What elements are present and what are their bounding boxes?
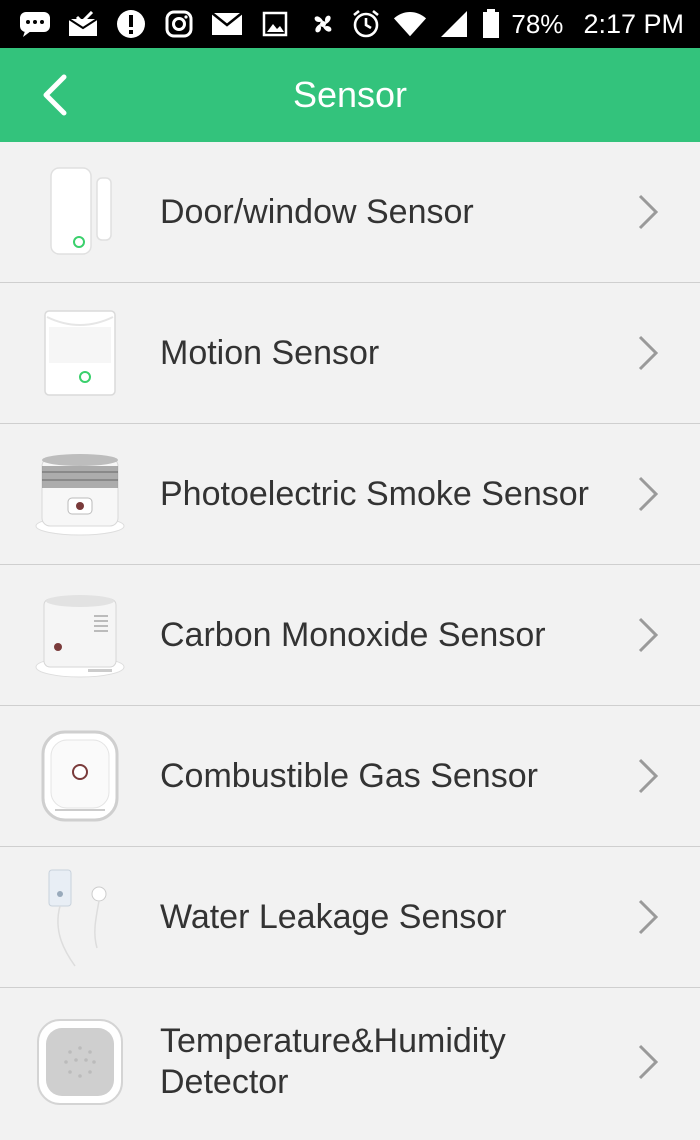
chevron-right-icon	[638, 899, 659, 935]
chevron-right-icon	[638, 758, 659, 794]
sensor-label: Carbon Monoxide Sensor	[160, 615, 546, 654]
sensor-label: Photoelectric Smoke Sensor	[160, 474, 589, 513]
sensor-label: Combustible Gas Sensor	[160, 756, 538, 795]
page-title: Sensor	[292, 74, 408, 115]
chevron-left-icon	[43, 74, 67, 116]
motion-sensor-image	[0, 283, 160, 424]
battery-percent: 78%	[511, 8, 564, 39]
alert-icon	[114, 7, 148, 41]
signal-icon	[437, 7, 471, 41]
temp-humidity-sensor-image	[0, 991, 160, 1132]
mail-check-icon	[66, 7, 100, 41]
back-button[interactable]	[30, 70, 80, 120]
sensor-label: Water Leakage Sensor	[160, 897, 507, 936]
sensor-item-door-window[interactable]: Door/window Sensor	[0, 142, 700, 283]
sensor-item-water-leakage[interactable]: Water Leakage Sensor	[0, 847, 700, 988]
chevron-right-icon	[638, 476, 659, 512]
smoke-sensor-image	[0, 424, 160, 565]
sensor-list: Door/window Sensor Motion Sensor Photoel…	[0, 142, 700, 1135]
mail-icon	[210, 7, 244, 41]
gas-sensor-image	[0, 706, 160, 847]
sensor-item-combustible-gas[interactable]: Combustible Gas Sensor	[0, 706, 700, 847]
chevron-right-icon	[638, 194, 659, 230]
chevron-right-icon	[638, 617, 659, 653]
sensor-label: Motion Sensor	[160, 333, 380, 372]
water-leak-sensor-image	[0, 847, 160, 988]
chat-icon	[18, 7, 52, 41]
sensor-item-smoke[interactable]: Photoelectric Smoke Sensor	[0, 424, 700, 565]
sensor-label: Temperature&Humidity Detector	[160, 1021, 506, 1101]
gallery-icon	[258, 7, 292, 41]
app-bar: Sensor	[0, 48, 700, 142]
instagram-icon	[162, 7, 196, 41]
sensor-label: Door/window Sensor	[160, 192, 474, 231]
battery-icon	[481, 7, 501, 41]
door-window-sensor-image	[0, 142, 160, 283]
sensor-item-carbon-monoxide[interactable]: Carbon Monoxide Sensor	[0, 565, 700, 706]
co-sensor-image	[0, 565, 160, 706]
fan-icon	[306, 7, 340, 41]
status-bar: 78% 2:17 PM	[0, 0, 700, 48]
clock: 2:17 PM	[583, 8, 684, 39]
sensor-item-temperature-humidity[interactable]: Temperature&Humidity Detector	[0, 988, 700, 1135]
chevron-right-icon	[638, 335, 659, 371]
chevron-right-icon	[638, 1044, 659, 1079]
sensor-item-motion[interactable]: Motion Sensor	[0, 283, 700, 424]
alarm-icon	[349, 7, 383, 41]
wifi-icon	[393, 7, 427, 41]
